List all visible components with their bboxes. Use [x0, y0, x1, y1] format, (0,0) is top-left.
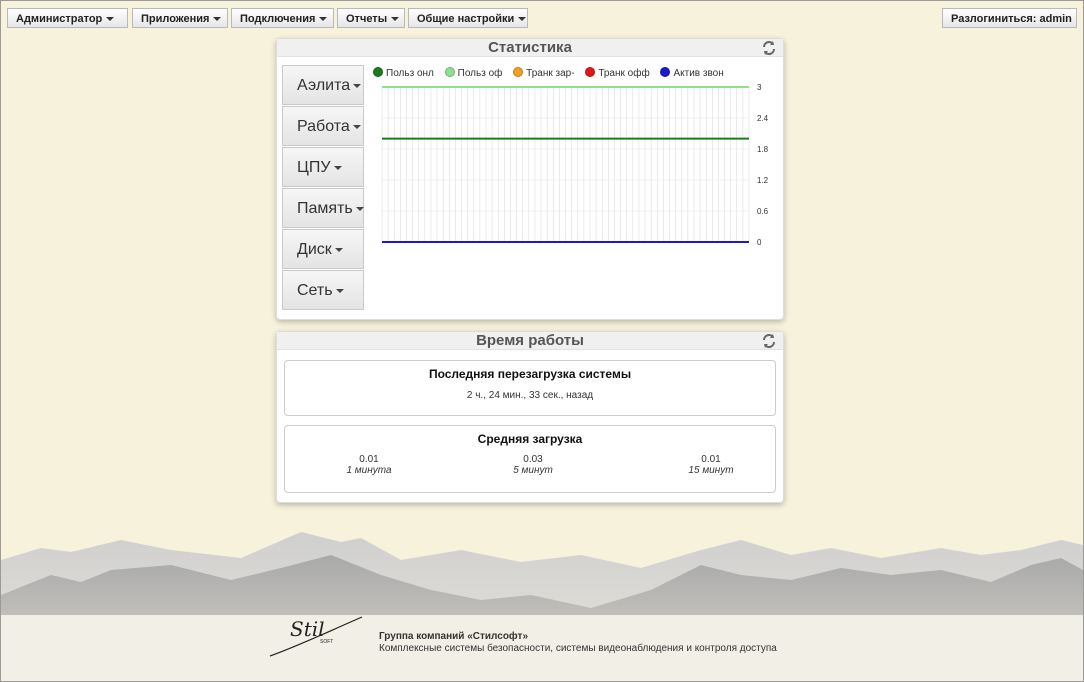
legend-item[interactable]: Польз онл	[373, 67, 434, 79]
refresh-icon[interactable]	[761, 333, 777, 349]
chart-legend: Польз онл Польз оф Транк зар- Транк офф …	[373, 67, 724, 79]
caret-down-icon	[334, 247, 343, 252]
side-button-network-label: Сеть	[297, 282, 333, 299]
y-tick-label: 2.4	[757, 114, 769, 123]
legend-item[interactable]: Транк зар-	[513, 67, 575, 79]
side-button-memory[interactable]: Память	[282, 188, 364, 228]
load-1min: 0.01 1 минута	[309, 454, 429, 476]
y-tick-label: 1.2	[757, 176, 769, 185]
load-15min: 0.01 15 минут	[651, 454, 771, 476]
load-average-title: Средняя загрузка	[477, 432, 583, 446]
load-15min-value: 0.01	[701, 454, 721, 465]
refresh-icon[interactable]	[761, 40, 777, 56]
footer-company: Группа компаний «Стилсофт»	[379, 631, 529, 642]
mountains-background	[1, 532, 1083, 681]
y-tick-label: 3	[757, 83, 762, 92]
side-button-aelita-label: Аэлита	[297, 77, 351, 94]
y-tick-label: 0	[757, 238, 762, 247]
side-button-work[interactable]: Работа	[282, 106, 364, 146]
menu-applications[interactable]: Приложения	[132, 8, 228, 28]
menu-applications-label: Приложения	[141, 13, 210, 25]
legend-item[interactable]: Актив звон	[660, 67, 724, 79]
side-button-network[interactable]: Сеть	[282, 270, 364, 310]
menu-connections-label: Подключения	[240, 13, 316, 25]
caret-down-icon	[333, 165, 342, 170]
legend-label: Актив звон	[673, 68, 724, 79]
load-5min: 0.03 5 минут	[473, 454, 593, 476]
last-reboot-card: Последняя перезагрузка системы 2 ч., 24 …	[284, 360, 776, 416]
menu-reports[interactable]: Отчеты	[337, 8, 405, 28]
legend-dot-icon	[373, 67, 383, 77]
legend-label: Польз онл	[386, 68, 434, 79]
statistics-title: Статистика	[488, 39, 572, 56]
caret-down-icon	[335, 288, 344, 293]
footer-tagline: Комплексные системы безопасности, систем…	[379, 643, 777, 654]
menu-reports-label: Отчеты	[346, 13, 388, 25]
stilsoft-logo: Stil SOFT	[269, 616, 363, 657]
legend-label: Транк офф	[598, 68, 650, 79]
uptime-title: Время работы	[476, 332, 584, 349]
legend-dot-icon	[660, 67, 671, 77]
caret-down-icon	[518, 17, 527, 22]
statistics-chart: 3 2.4 1.8 1.2 0.6 0	[381, 83, 769, 247]
menu-connections[interactable]: Подключения	[231, 8, 334, 28]
svg-text:Stil: Stil	[290, 617, 325, 641]
caret-down-icon	[355, 206, 364, 211]
legend-item[interactable]: Транк офф	[585, 67, 650, 79]
menu-general-settings[interactable]: Общие настройки	[408, 8, 528, 28]
side-button-disk[interactable]: Диск	[282, 229, 364, 269]
chart-grid	[381, 86, 750, 243]
caret-down-icon	[391, 17, 400, 22]
legend-label: Польз оф	[457, 68, 503, 79]
top-menubar: Администратор Приложения Подключения Отч…	[7, 8, 1077, 30]
footer-text: Группа компаний «Стилсофт» Комплексные с…	[379, 631, 777, 655]
y-tick-label: 1.8	[757, 145, 769, 154]
last-reboot-title: Последняя перезагрузка системы	[428, 367, 632, 381]
caret-down-icon	[106, 17, 115, 22]
load-average-card: Средняя загрузка 0.01 1 минута 0.03 5 мину…	[284, 425, 776, 493]
load-5min-label: 5 минут	[513, 465, 553, 476]
y-tick-label: 0.6	[757, 207, 769, 216]
statistics-panel: Статистика Аэлита Работа ЦПУ Память Диск…	[276, 38, 784, 320]
side-button-memory-label: Память	[297, 200, 353, 217]
side-button-work-label: Работа	[297, 118, 350, 135]
side-button-cpu-label: ЦПУ	[297, 159, 331, 176]
logout-button[interactable]: Разлогиниться: admin	[942, 8, 1077, 28]
caret-down-icon	[319, 17, 328, 22]
side-button-disk-label: Диск	[297, 241, 332, 258]
legend-dot-icon	[585, 67, 596, 77]
caret-down-icon	[352, 124, 361, 129]
statistics-side-menu: Аэлита Работа ЦПУ Память Диск Сеть	[282, 65, 364, 315]
logout-label: Разлогиниться: admin	[951, 13, 1072, 25]
menu-administrator[interactable]: Администратор	[7, 8, 128, 28]
svg-text:SOFT: SOFT	[320, 639, 333, 645]
legend-dot-icon	[513, 67, 524, 77]
caret-down-icon	[353, 83, 362, 88]
legend-label: Транк зар-	[526, 68, 575, 79]
caret-down-icon	[213, 17, 222, 22]
load-1min-value: 0.01	[359, 454, 379, 465]
statistics-header: Статистика	[277, 39, 783, 57]
uptime-header: Время работы	[277, 332, 783, 350]
last-reboot-value: 2 ч., 24 мин., 33 сек., назад	[466, 390, 594, 401]
load-15min-label: 15 минут	[688, 465, 734, 476]
side-button-cpu[interactable]: ЦПУ	[282, 147, 364, 187]
load-1min-label: 1 минута	[346, 465, 392, 476]
side-button-aelita[interactable]: Аэлита	[282, 65, 364, 105]
legend-dot-icon	[444, 67, 455, 77]
load-5min-value: 0.03	[523, 454, 543, 465]
legend-item[interactable]: Польз оф	[444, 67, 503, 79]
uptime-panel: Время работы Последняя перезагрузка сист…	[276, 331, 784, 503]
chart-y-ticks: 3 2.4 1.8 1.2 0.6 0	[757, 83, 769, 247]
menu-administrator-label: Администратор	[16, 13, 103, 25]
menu-general-settings-label: Общие настройки	[417, 13, 515, 25]
